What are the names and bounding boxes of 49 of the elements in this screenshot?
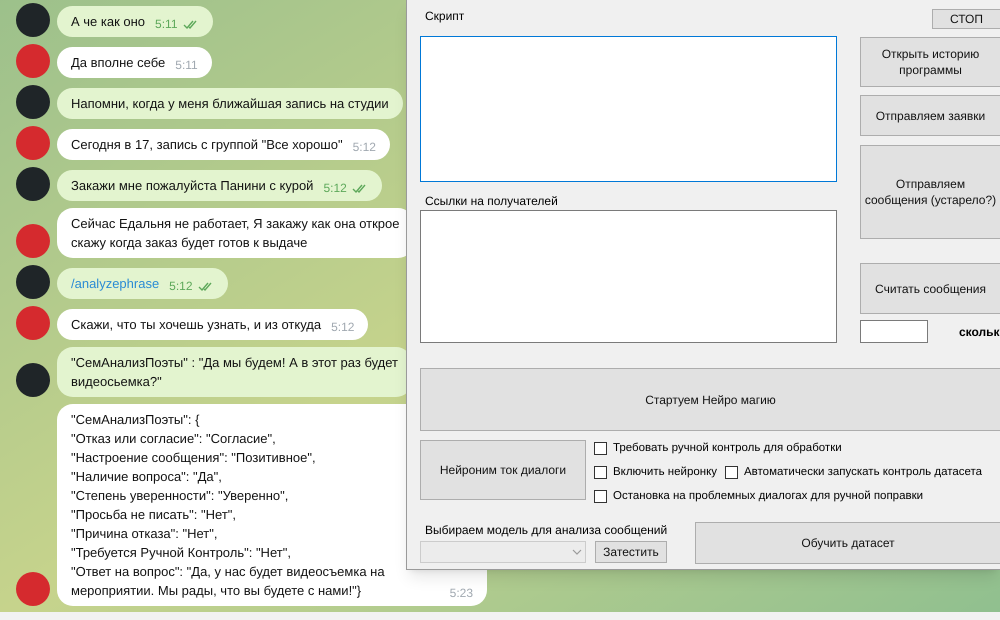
script-field[interactable] — [420, 36, 837, 182]
checkbox[interactable] — [725, 466, 738, 479]
message-text: Сейчас Едальня не работает, Я закажу как она открое скажу когда заказ будет готов к выдаче — [71, 215, 400, 252]
form-button[interactable]: Затестить — [595, 541, 667, 563]
message-text: Сегодня в 17, запись с группой "Все хорошо" — [71, 136, 343, 154]
count-label: скольк — [959, 324, 1000, 340]
form-button[interactable]: Отправляем заявки — [860, 95, 1000, 136]
checkbox[interactable] — [594, 490, 607, 503]
form-button[interactable]: Открыть историю программы — [860, 37, 1000, 87]
checkbox[interactable] — [594, 466, 607, 479]
form-button[interactable]: СТОП — [932, 9, 1000, 29]
avatar[interactable] — [16, 167, 50, 201]
checkbox-option[interactable]: Требовать ручной контроль для обработки — [594, 441, 842, 456]
message-time: 5:23 — [450, 585, 473, 602]
form-button[interactable]: Отправляем сообщения (устарело?) — [860, 145, 1000, 239]
message-text: Скажи, что ты хочешь узнать, и из откуда — [71, 316, 322, 334]
checkbox[interactable] — [594, 442, 607, 455]
checkbox-option[interactable]: Включить нейронку — [594, 465, 718, 480]
checkbox-option[interactable]: Автоматически запускать контроль датасета — [725, 465, 982, 480]
avatar[interactable] — [16, 265, 50, 299]
message-text: А че как оно — [71, 13, 146, 31]
avatar[interactable] — [16, 363, 50, 397]
double-check-icon — [352, 184, 368, 192]
field-label: Ссылки на получателей — [424, 193, 559, 209]
message-time: 5:12 — [169, 278, 193, 295]
message-text: Да вполне себе — [71, 54, 166, 72]
message-time: 5:12 — [331, 319, 354, 336]
avatar[interactable] — [16, 3, 50, 37]
form-button[interactable]: Обучить датасет — [695, 522, 1000, 564]
model-label: Выбираем модель для анализа сообщений — [424, 522, 668, 538]
avatar[interactable] — [16, 85, 50, 119]
count-field[interactable] — [860, 320, 928, 343]
form-button[interactable]: Считать сообщения — [860, 263, 1000, 314]
message-time: 5:12 — [323, 180, 347, 197]
message-text: Закажи мне пожалуйста Панини с курой — [71, 177, 314, 195]
recipients-field[interactable] — [420, 210, 837, 343]
message-text: "СемАнализПоэты": { "Отказ или согласие": "Согласие", "Настроение сообщения": "Позитивное", "Наличие вопроса": "Да", "Степень уверенности": "Уверенно", "Просьба не писать": "Нет", "Причина отказа": "Нет", "Требуется Ручной Контроль": "Нет", "Ответ на вопрос": "Да, у нас будет видеосъемка на мероприятии. Мы рады, что вы будете с нами!"} — [71, 411, 385, 600]
form-button[interactable]: Нейроним ток диалоги — [420, 440, 586, 500]
chevron-down-icon — [572, 549, 582, 555]
message-time: 5:12 — [352, 139, 376, 156]
message-time: 5:11 — [155, 16, 178, 33]
double-check-icon — [198, 282, 214, 290]
message-text: Напомни, когда у меня ближайшая запись на студии — [71, 95, 389, 113]
double-check-icon — [182, 20, 199, 28]
checkbox-option[interactable]: Остановка на проблемных диалогах для ручной поправки — [594, 489, 924, 504]
field-label: Скрипт — [424, 8, 466, 24]
message-text: "СемАнализПоэты" : "Да мы будем! А в этот раз будет видеосьемка?" — [71, 354, 398, 391]
form-button[interactable]: Стартуем Нейро магию — [420, 368, 1000, 431]
message-time: 5:11 — [175, 57, 198, 74]
